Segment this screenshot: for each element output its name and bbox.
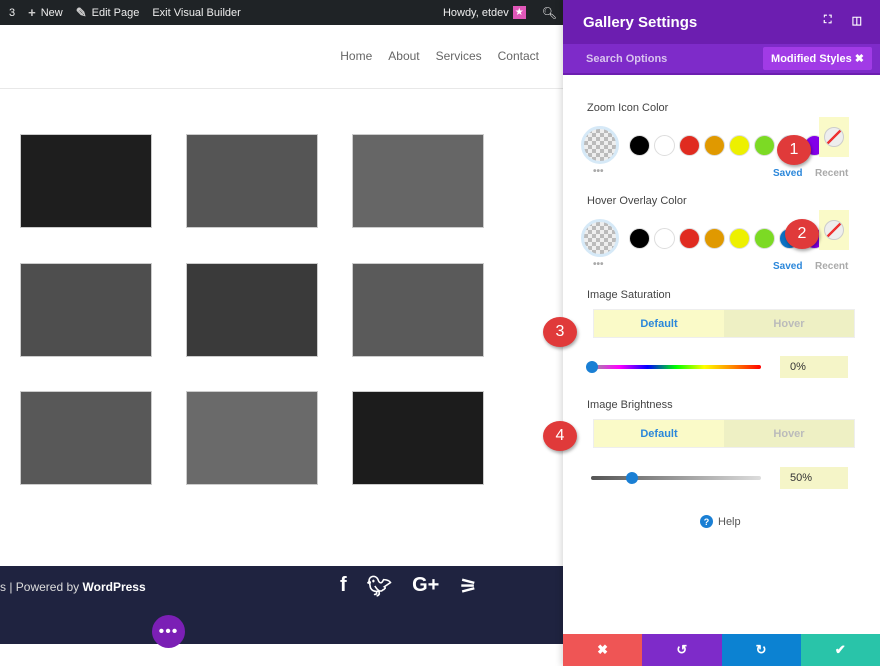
updates-count[interactable]: 3 (9, 7, 15, 19)
gallery-image[interactable] (186, 391, 318, 485)
recent-tab[interactable]: Recent (815, 261, 848, 272)
brightness-slider[interactable] (591, 476, 761, 480)
hover-tab[interactable]: Hover (724, 420, 854, 447)
swatch[interactable] (629, 227, 650, 249)
saved-tab[interactable]: Saved (773, 261, 802, 272)
swatch[interactable] (729, 134, 750, 156)
main-nav: Home About Services Contact (340, 49, 539, 63)
search-options-input[interactable]: Search Options (586, 53, 667, 65)
gallery-image[interactable] (20, 391, 152, 485)
howdy-user[interactable]: Howdy, etdev (443, 7, 509, 19)
nav-contact[interactable]: Contact (498, 49, 539, 63)
undo-icon: ↺ (676, 642, 688, 657)
plus-icon: + (28, 5, 36, 20)
swatch[interactable] (654, 134, 675, 156)
saturation-slider[interactable] (591, 365, 761, 369)
admin-bar: 3 + New ✎ Edit Page Exit Visual Builder Ho… (0, 0, 565, 25)
zoom-icon-color-label: Zoom Icon Color (587, 102, 669, 114)
swatch[interactable] (704, 227, 725, 249)
brightness-input[interactable]: 50% (780, 467, 848, 489)
social-icons: f 🐦︎ G+ ⚞ (340, 574, 477, 599)
google-plus-icon[interactable]: G+ (412, 574, 439, 599)
swatch[interactable] (654, 227, 675, 249)
facebook-icon[interactable]: f (340, 574, 347, 599)
gallery-image[interactable] (186, 134, 318, 228)
panel-title: Gallery Settings (583, 13, 698, 31)
new-button[interactable]: + New (28, 5, 63, 20)
brightness-state-toggle: Default Hover (593, 419, 855, 448)
recent-tab[interactable]: Recent (815, 168, 848, 179)
swatch[interactable] (729, 227, 750, 249)
brightness-slider-handle[interactable] (626, 472, 638, 484)
gallery-image[interactable] (20, 134, 152, 228)
redo-button[interactable]: ↻ (721, 634, 801, 666)
check-icon: ✔ (834, 642, 846, 657)
panel-toolbar: Search Options Modified Styles ✖ (563, 44, 880, 75)
wordpress-link[interactable]: WordPress (83, 580, 146, 594)
panel-header: Gallery Settings ⛶ ◫ (563, 0, 880, 44)
settings-panel: Gallery Settings ⛶ ◫ Search Options Modif… (543, 0, 880, 666)
gallery-image[interactable] (352, 134, 484, 228)
help-icon: ? (700, 515, 713, 528)
avatar[interactable]: ★ (512, 6, 526, 19)
hover-tab[interactable]: Hover (724, 310, 854, 337)
site-footer: s | Powered by WordPress f 🐦︎ G+ ⚞ (0, 566, 563, 644)
close-icon: ✖ (597, 642, 609, 657)
color-picker[interactable] (581, 219, 619, 257)
redo-icon: ↻ (755, 642, 767, 657)
swatch[interactable] (629, 134, 650, 156)
swatch[interactable] (679, 227, 700, 249)
recent-color-none[interactable] (819, 210, 849, 250)
nav-home[interactable]: Home (340, 49, 372, 63)
exit-visual-builder-button[interactable]: Exit Visual Builder (152, 7, 240, 19)
image-saturation-label: Image Saturation (587, 289, 671, 301)
annotation-badge: 2 (785, 219, 819, 249)
swatch[interactable] (754, 227, 775, 249)
swatch[interactable] (679, 134, 700, 156)
gallery-image[interactable] (186, 263, 318, 357)
footer-credit: s | Powered by WordPress (0, 580, 146, 594)
annotation-badge: 4 (543, 421, 577, 451)
site-header: Home About Services Contact (0, 25, 563, 89)
default-tab[interactable]: Default (594, 310, 724, 337)
panel-actions: ✖ ↺ ↻ ✔ (563, 634, 880, 666)
recent-color-none[interactable] (819, 117, 849, 157)
gallery-image[interactable] (352, 263, 484, 357)
gallery-image[interactable] (20, 263, 152, 357)
save-button[interactable]: ✔ (800, 634, 880, 666)
more-icon[interactable]: ••• (593, 259, 604, 270)
more-options-button[interactable]: ••• (152, 615, 185, 648)
twitter-icon[interactable]: 🐦︎ (367, 574, 392, 599)
color-picker[interactable] (581, 126, 619, 164)
cancel-button[interactable]: ✖ (563, 634, 643, 666)
gallery-image[interactable] (352, 391, 484, 485)
nav-services[interactable]: Services (436, 49, 482, 63)
more-icon[interactable]: ••• (593, 166, 604, 177)
swatch[interactable] (704, 134, 725, 156)
saturation-state-toggle: Default Hover (593, 309, 855, 338)
rss-icon[interactable]: ⚞ (459, 574, 477, 599)
help-link[interactable]: ? Help (700, 515, 741, 528)
fullscreen-icon[interactable]: ⛶ (824, 14, 832, 27)
swatch[interactable] (754, 134, 775, 156)
image-brightness-label: Image Brightness (587, 399, 673, 411)
saturation-input[interactable]: 0% (780, 356, 848, 378)
annotation-badge: 1 (777, 135, 811, 165)
search-icon[interactable]: 🔍︎ (542, 6, 557, 20)
default-tab[interactable]: Default (594, 420, 724, 447)
saturation-slider-handle[interactable] (586, 361, 598, 373)
saved-tab[interactable]: Saved (773, 168, 802, 179)
undo-button[interactable]: ↺ (642, 634, 722, 666)
annotation-badge: 3 (543, 317, 577, 347)
edit-page-button[interactable]: ✎ Edit Page (76, 5, 140, 21)
hover-overlay-color-label: Hover Overlay Color (587, 195, 687, 207)
modified-styles-filter[interactable]: Modified Styles ✖ (763, 47, 872, 70)
sidebar-toggle-icon[interactable]: ◫ (852, 14, 862, 27)
pencil-icon: ✎ (75, 4, 87, 20)
nav-about[interactable]: About (388, 49, 419, 63)
